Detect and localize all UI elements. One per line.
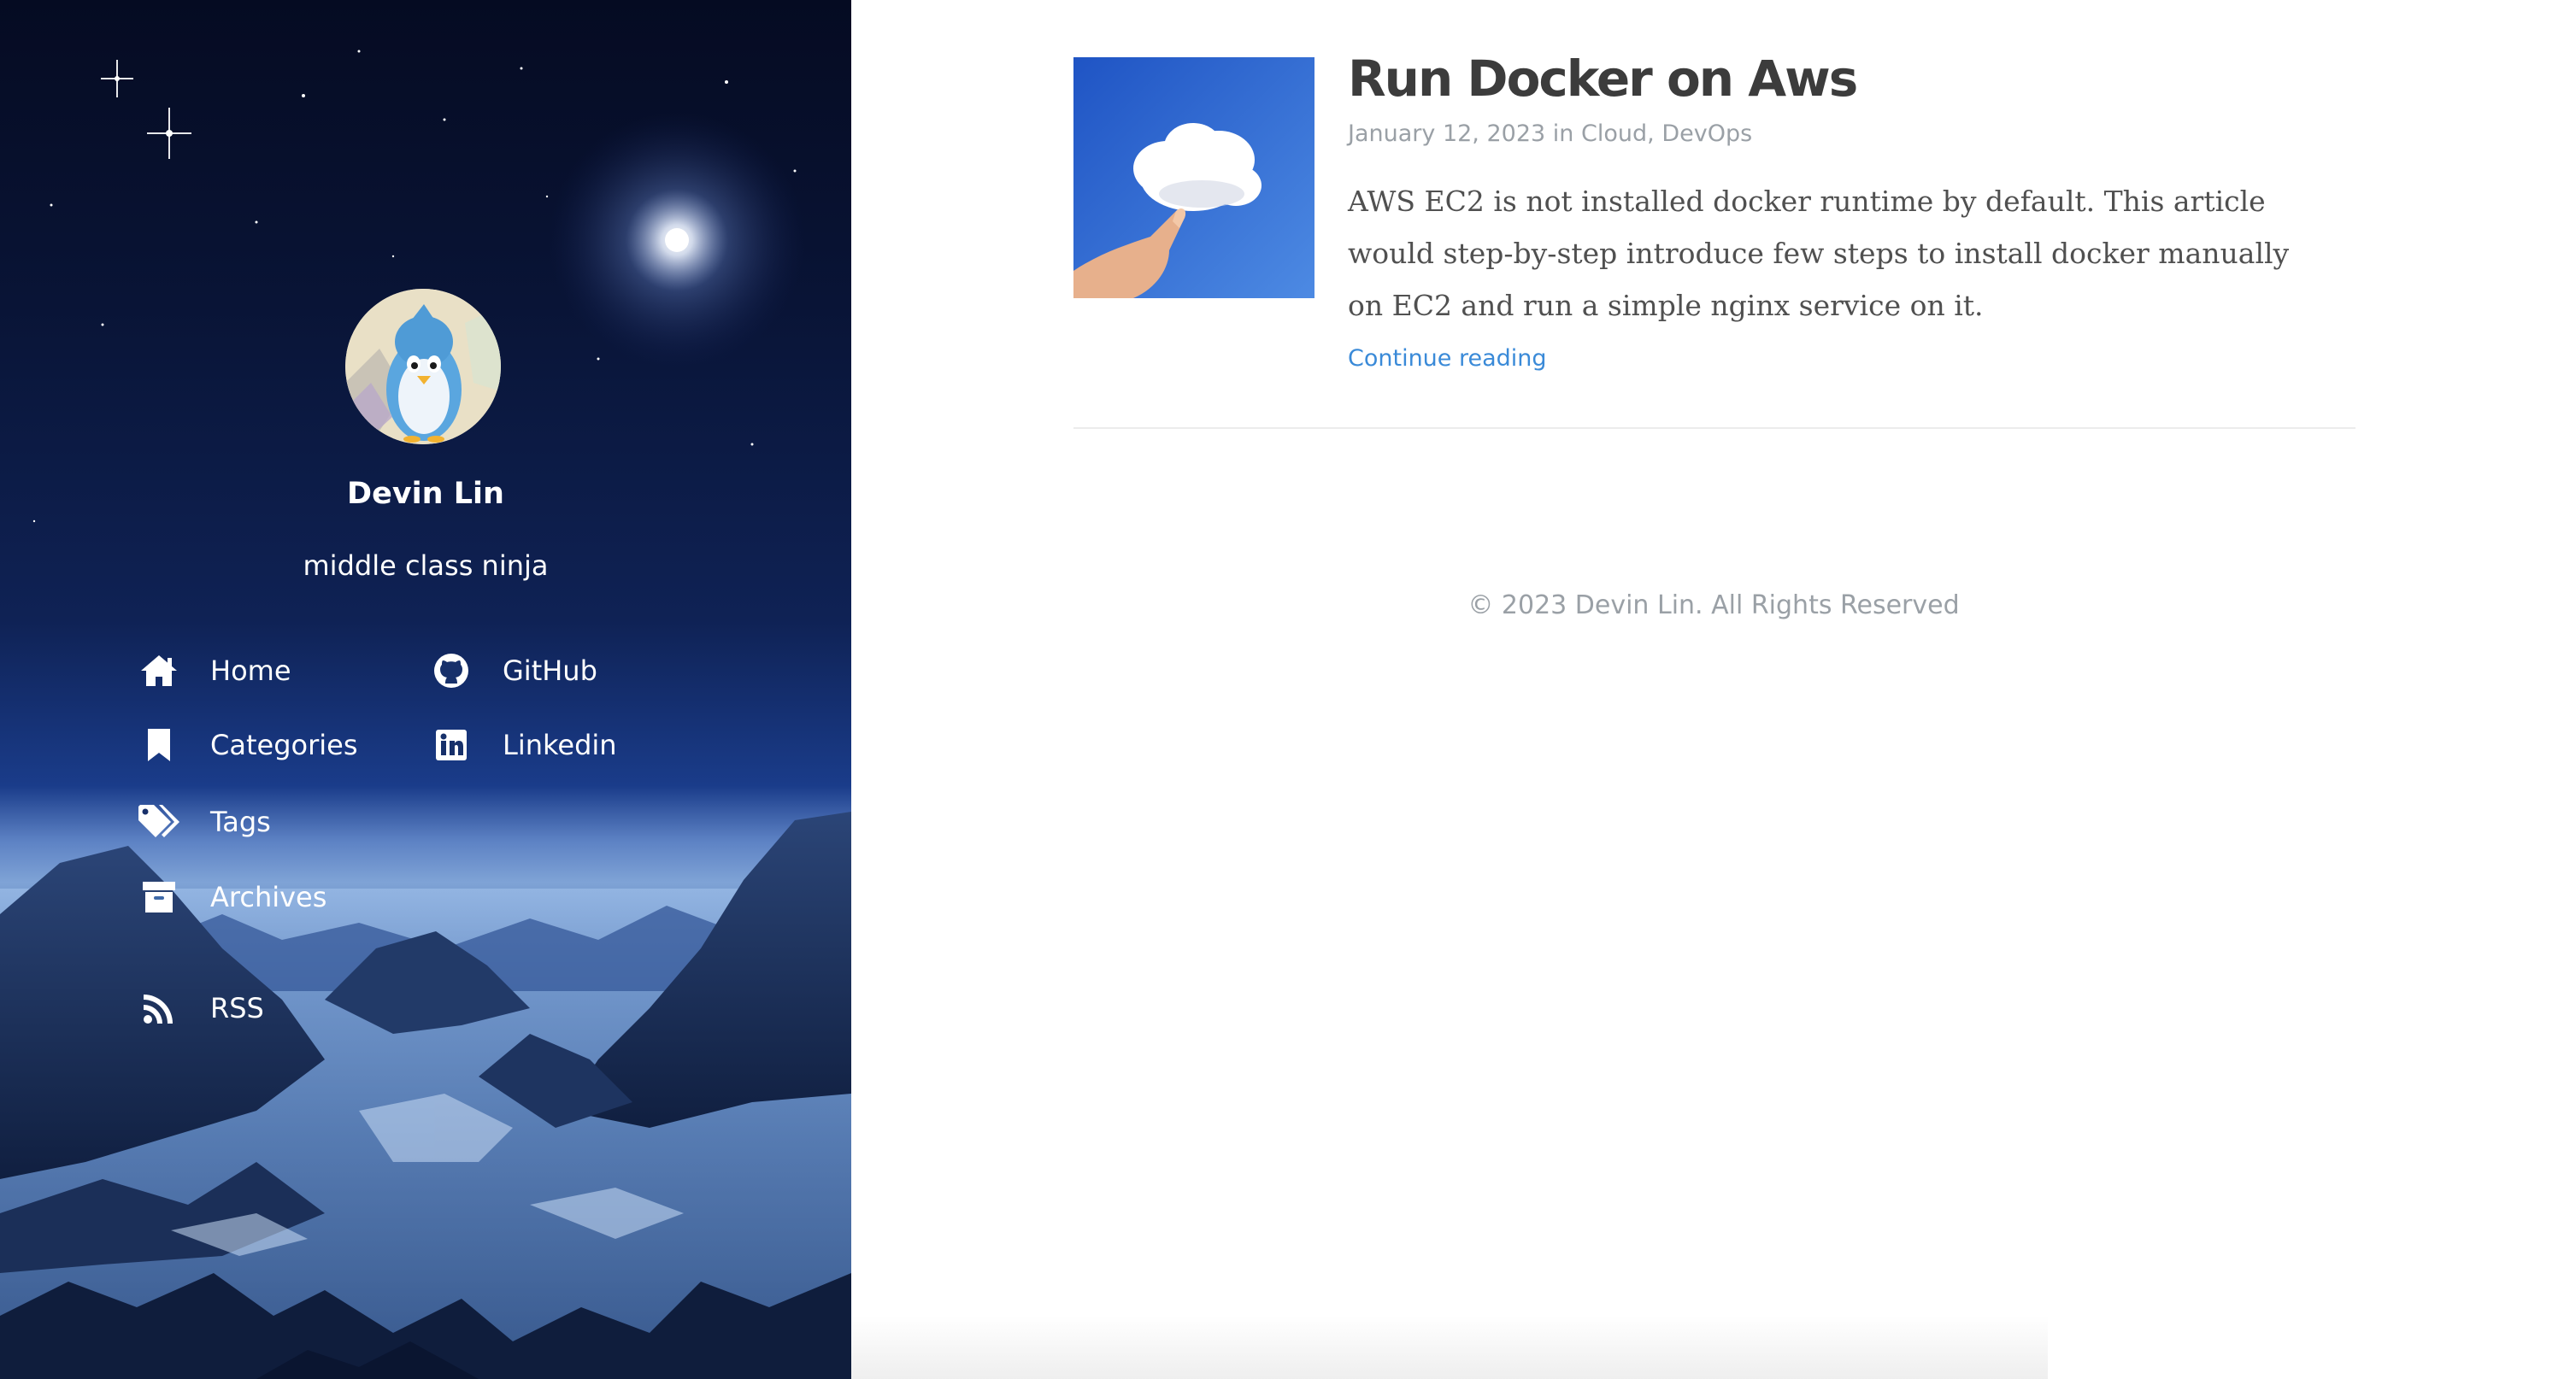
nav-github[interactable]: GitHub — [429, 648, 597, 694]
post-excerpt: AWS EC2 is not installed docker runtime … — [1348, 185, 2290, 322]
post-title[interactable]: Run Docker on Aws — [1348, 50, 1858, 108]
tags-icon — [137, 801, 181, 842]
bottom-shadow — [851, 1316, 2048, 1379]
github-icon — [429, 650, 473, 691]
post-meta: January 12, 2023 in Cloud, DevOps — [1348, 120, 1752, 147]
rss-icon — [137, 988, 181, 1029]
home-icon — [137, 650, 181, 691]
nav-linkedin-label: Linkedin — [503, 729, 617, 761]
sidebar: Devin Lin middle class ninja Home Catego… — [0, 0, 851, 1379]
author-name[interactable]: Devin Lin — [0, 477, 851, 511]
nav-categories-label: Categories — [210, 729, 358, 761]
nav-home-label: Home — [210, 654, 291, 687]
nav-categories[interactable]: Categories — [137, 722, 357, 768]
nav-tags-label: Tags — [210, 806, 271, 838]
category-separator: , — [1647, 120, 1655, 147]
post-thumbnail[interactable] — [1073, 57, 1314, 298]
penguin-avatar-icon — [345, 289, 501, 444]
linkedin-icon — [429, 725, 473, 766]
footer-copyright: © 2023 Devin Lin. All Rights Reserved — [1467, 590, 1960, 620]
main-content: Run Docker on Aws January 12, 2023 in Cl… — [851, 0, 2576, 1379]
nav-archives-label: Archives — [210, 881, 327, 913]
post-divider — [1073, 427, 2355, 429]
nav-home[interactable]: Home — [137, 648, 291, 694]
continue-reading-link[interactable]: Continue reading — [1348, 345, 1547, 372]
post-in-text: in — [1552, 120, 1574, 147]
nav-rss[interactable]: RSS — [137, 985, 264, 1031]
avatar[interactable] — [345, 289, 501, 444]
category-link-devops[interactable]: DevOps — [1661, 120, 1752, 147]
post-date: January 12, 2023 — [1348, 120, 1546, 147]
nav-linkedin[interactable]: Linkedin — [429, 722, 617, 768]
bookmark-icon — [137, 725, 181, 766]
category-link-cloud[interactable]: Cloud — [1581, 120, 1647, 147]
night-mountain-background — [0, 50, 851, 1379]
archive-icon — [137, 877, 181, 918]
nav-github-label: GitHub — [503, 654, 597, 687]
nav-tags[interactable]: Tags — [137, 799, 271, 845]
cloud-hand-image — [1073, 57, 1314, 298]
nav-rss-label: RSS — [210, 992, 264, 1024]
nav-archives[interactable]: Archives — [137, 874, 326, 920]
author-tagline: middle class ninja — [303, 549, 549, 582]
